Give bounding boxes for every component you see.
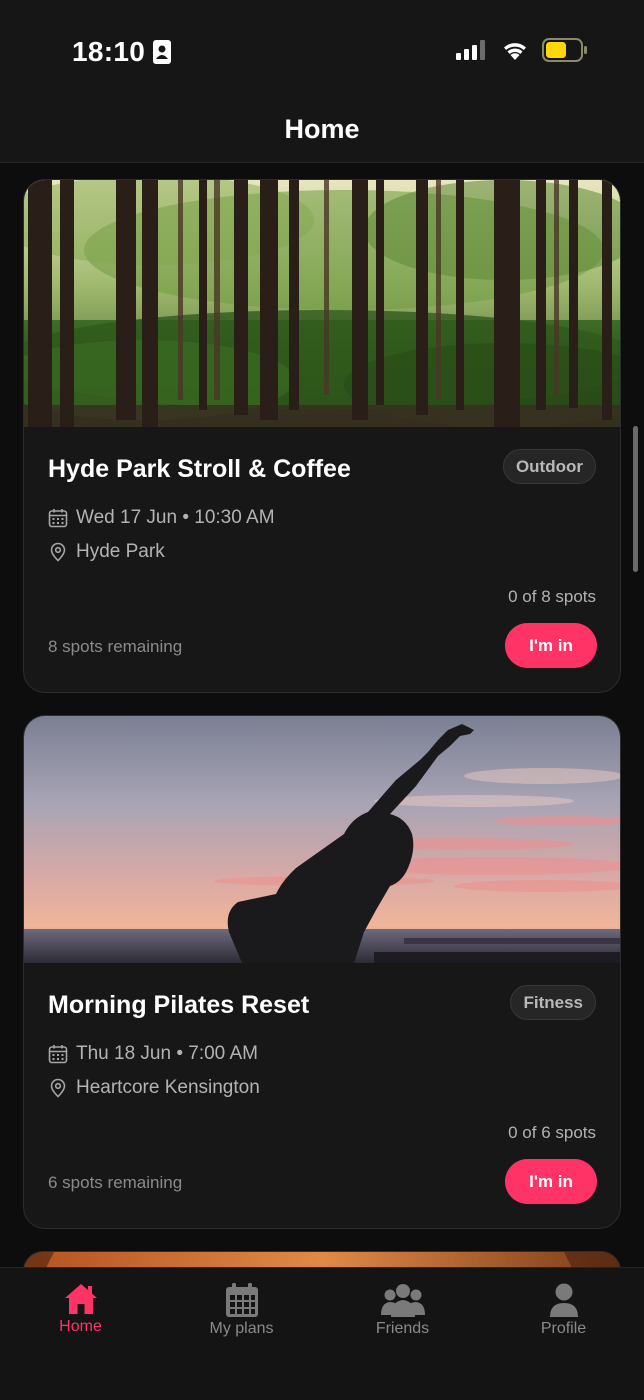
- event-card-body: Morning Pilates Reset Fitness Thu 18 Jun…: [24, 963, 620, 1228]
- profile-icon: [549, 1283, 578, 1317]
- status-indicators: [456, 38, 588, 62]
- event-location-row: Heartcore Kensington: [48, 1077, 260, 1099]
- calendar-icon: [48, 509, 68, 528]
- contact-card-icon: [153, 40, 172, 64]
- tab-label: My plans: [209, 1320, 274, 1337]
- event-category-badge: Outdoor: [502, 449, 596, 484]
- status-bar: 18:10: [0, 0, 644, 100]
- tab-home[interactable]: Home: [0, 1268, 161, 1400]
- location-pin-icon: [50, 1078, 66, 1098]
- spots-remaining: 6 spots remaining: [48, 1173, 183, 1192]
- tab-friends[interactable]: Friends: [322, 1268, 483, 1400]
- calendar-icon: [48, 1045, 68, 1064]
- tab-bar: Home My plans Friends Profile: [0, 1267, 644, 1400]
- tab-label: Friends: [375, 1320, 430, 1337]
- event-datetime-row: Wed 17 Jun • 10:30 AM: [48, 507, 275, 529]
- event-location: Hyde Park: [76, 541, 165, 562]
- event-feed[interactable]: Hyde Park Stroll & Coffee Outdoor Wed 17…: [0, 163, 644, 1267]
- event-card[interactable]: [23, 1251, 621, 1267]
- event-category-badge: Fitness: [510, 985, 596, 1020]
- page-title: Home: [284, 114, 360, 144]
- event-datetime: Thu 18 Jun • 7:00 AM: [76, 1043, 258, 1064]
- event-title: Morning Pilates Reset: [48, 991, 310, 1019]
- tab-profile[interactable]: Profile: [483, 1268, 644, 1400]
- im-in-button[interactable]: I'm in: [505, 623, 597, 668]
- tab-label: Home: [59, 1318, 102, 1335]
- status-time: 18:10: [72, 36, 172, 68]
- calendar-icon: [225, 1283, 258, 1317]
- battery-icon: [542, 38, 587, 62]
- spots-remaining: 8 spots remaining: [48, 637, 183, 656]
- status-time-label: 18:10: [72, 36, 146, 67]
- tab-my-plans[interactable]: My plans: [161, 1268, 322, 1400]
- spots-count: 0 of 8 spots: [508, 587, 596, 606]
- event-card-body: Hyde Park Stroll & Coffee Outdoor Wed 17…: [24, 427, 620, 692]
- event-card[interactable]: Hyde Park Stroll & Coffee Outdoor Wed 17…: [23, 179, 621, 693]
- spots-count: 0 of 6 spots: [508, 1123, 596, 1142]
- event-datetime: Wed 17 Jun • 10:30 AM: [76, 507, 275, 528]
- event-location-row: Hyde Park: [48, 541, 165, 563]
- event-image-yoga-sunset: [24, 716, 620, 963]
- location-pin-icon: [50, 542, 66, 562]
- event-card[interactable]: Morning Pilates Reset Fitness Thu 18 Jun…: [23, 715, 621, 1229]
- event-title: Hyde Park Stroll & Coffee: [48, 455, 351, 483]
- wifi-icon: [504, 43, 526, 60]
- home-icon: [64, 1284, 97, 1314]
- cellular-signal-icon: [456, 40, 485, 60]
- im-in-button[interactable]: I'm in: [505, 1159, 597, 1204]
- event-location: Heartcore Kensington: [76, 1077, 260, 1098]
- event-datetime-row: Thu 18 Jun • 7:00 AM: [48, 1043, 258, 1065]
- nav-header: Home: [0, 100, 644, 163]
- event-image-forest: [24, 180, 620, 427]
- scroll-indicator[interactable]: [633, 426, 638, 572]
- tab-label: Profile: [540, 1320, 587, 1337]
- friends-icon: [380, 1284, 425, 1317]
- event-image-partial: [24, 1252, 620, 1267]
